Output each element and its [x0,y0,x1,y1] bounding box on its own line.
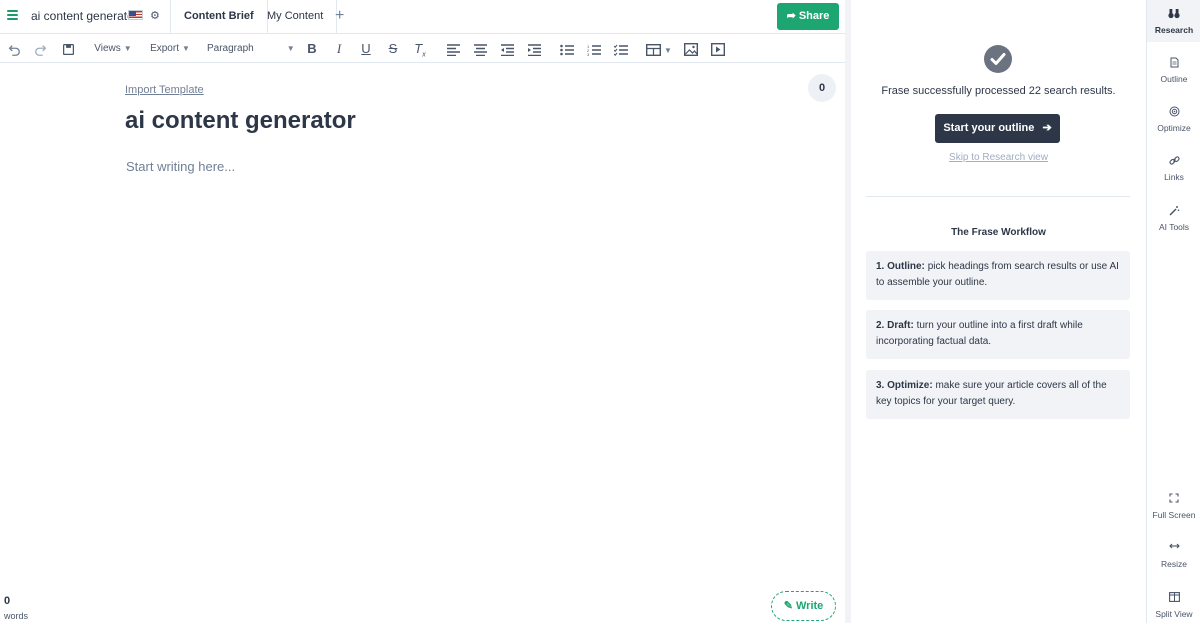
rail-item-ai-tools[interactable]: AI Tools [1147,205,1200,232]
rail-item-links[interactable]: Links [1147,155,1200,182]
bullet-list-icon[interactable] [558,34,576,63]
rail-item-research[interactable]: Research [1147,0,1200,42]
rail-label: Split View [1155,609,1193,619]
indent-icon[interactable] [525,34,543,63]
image-icon[interactable] [682,34,700,63]
word-count-label: words [4,611,29,621]
rail-item-full-screen[interactable]: Full Screen [1147,493,1200,520]
rail-item-resize[interactable]: Resize [1147,542,1200,569]
expand-icon [1147,493,1200,507]
skip-to-research-link[interactable]: Skip to Research view [851,152,1146,163]
rail-label: Optimize [1157,123,1191,133]
document-body[interactable]: Import Template 0 ai content generator S… [0,64,845,623]
share-button[interactable]: ➦ Share [777,3,839,30]
rail-item-split-view[interactable]: Split View [1147,592,1200,619]
paragraph-dropdown[interactable]: Paragraph ▼ [207,34,295,63]
link-icon [1147,155,1200,169]
rail-label: Outline [1160,74,1188,84]
workflow-step-outline: 1. Outline: pick headings from search re… [866,251,1130,300]
right-rail: Research Outline Optimize Links AI Tools [1146,0,1200,623]
italic-icon[interactable]: I [331,34,347,63]
research-panel: Frase successfully processed 22 search r… [851,0,1146,623]
us-flag-icon[interactable] [128,10,143,20]
target-icon [1147,106,1200,120]
editor-pane: ai content generator ⚙ Content Brief My … [0,0,845,623]
start-outline-button[interactable]: Start your outline ➔ [935,114,1060,143]
rail-label: Full Screen [1152,510,1196,520]
views-label: Views [94,43,121,54]
export-dropdown[interactable]: Export ▼ [148,34,192,63]
hamburger-menu-icon[interactable] [7,9,19,21]
views-dropdown[interactable]: Views ▼ [93,34,133,63]
split-view-icon [1147,592,1200,606]
step-title: 3. Optimize: [876,380,933,391]
checklist-icon[interactable] [612,34,630,63]
bold-icon[interactable]: B [304,34,320,63]
rail-label: Resize [1161,559,1187,569]
align-center-icon[interactable] [471,34,489,63]
export-label: Export [150,43,179,54]
redo-icon[interactable] [32,34,50,63]
write-label: Write [795,600,824,612]
processed-message: Frase successfully processed 22 search r… [881,85,1116,97]
numbered-list-icon[interactable]: 123 [585,34,603,63]
rail-label: Research [1154,25,1194,35]
editor-placeholder[interactable]: Start writing here... [126,159,235,174]
add-tab-button[interactable]: + [335,7,344,25]
arrow-right-icon: ➔ [1042,122,1052,134]
outdent-icon[interactable] [498,34,516,63]
gear-icon[interactable]: ⚙ [150,9,160,22]
rail-item-optimize[interactable]: Optimize [1147,106,1200,133]
rail-label: AI Tools [1158,222,1190,232]
underline-icon[interactable]: U [358,34,374,63]
top-bar: ai content generator ⚙ Content Brief My … [0,0,845,34]
chevron-down-icon: ▼ [123,44,132,53]
save-icon[interactable] [59,34,77,63]
resize-icon [1147,542,1200,556]
chevron-down-icon: ▼ [286,44,295,53]
table-icon[interactable]: ▼ [644,34,674,63]
divider [866,196,1130,197]
word-count-value: 0 [4,595,11,607]
start-outline-label: Start your outline [943,122,1035,134]
magic-wand-icon: ✎ [783,600,793,612]
tab-my-content[interactable]: My Content [254,0,338,34]
rail-label: Links [1164,172,1184,182]
step-title: 2. Draft: [876,320,914,331]
share-label: Share [798,10,830,22]
clear-format-icon[interactable]: Tx [412,34,428,63]
document-heading[interactable]: ai content generator [125,107,356,135]
document-title[interactable]: ai content generator [31,9,138,23]
undo-icon[interactable] [5,34,23,63]
write-button[interactable]: ✎ Write [771,591,836,621]
checkmark-icon [984,45,1012,73]
magic-wand-icon [1147,205,1200,219]
editor-toolbar: Views▼ Export▼ Paragraph▼ B I U S Tx [0,34,845,63]
workflow-step-optimize: 3. Optimize: make sure your article cove… [866,370,1130,419]
strikethrough-icon[interactable]: S [385,34,401,63]
workflow-title: The Frase Workflow [951,227,1046,238]
chevron-down-icon: ▼ [664,46,672,55]
svg-text:3: 3 [587,52,590,56]
align-left-icon[interactable] [444,34,462,63]
rail-item-outline[interactable]: Outline [1147,57,1200,84]
binoculars-icon [1147,8,1200,22]
counter-badge: 0 [808,74,836,102]
import-template-link[interactable]: Import Template [125,84,204,96]
video-icon[interactable] [709,34,727,63]
app-root: ai content generator ⚙ Content Brief My … [0,0,1200,623]
paragraph-label: Paragraph [207,43,254,54]
step-title: 1. Outline: [876,261,925,272]
share-arrow-icon: ➦ [786,10,796,22]
chevron-down-icon: ▼ [181,44,190,53]
workflow-step-draft: 2. Draft: turn your outline into a first… [866,310,1130,359]
document-icon [1147,57,1200,71]
